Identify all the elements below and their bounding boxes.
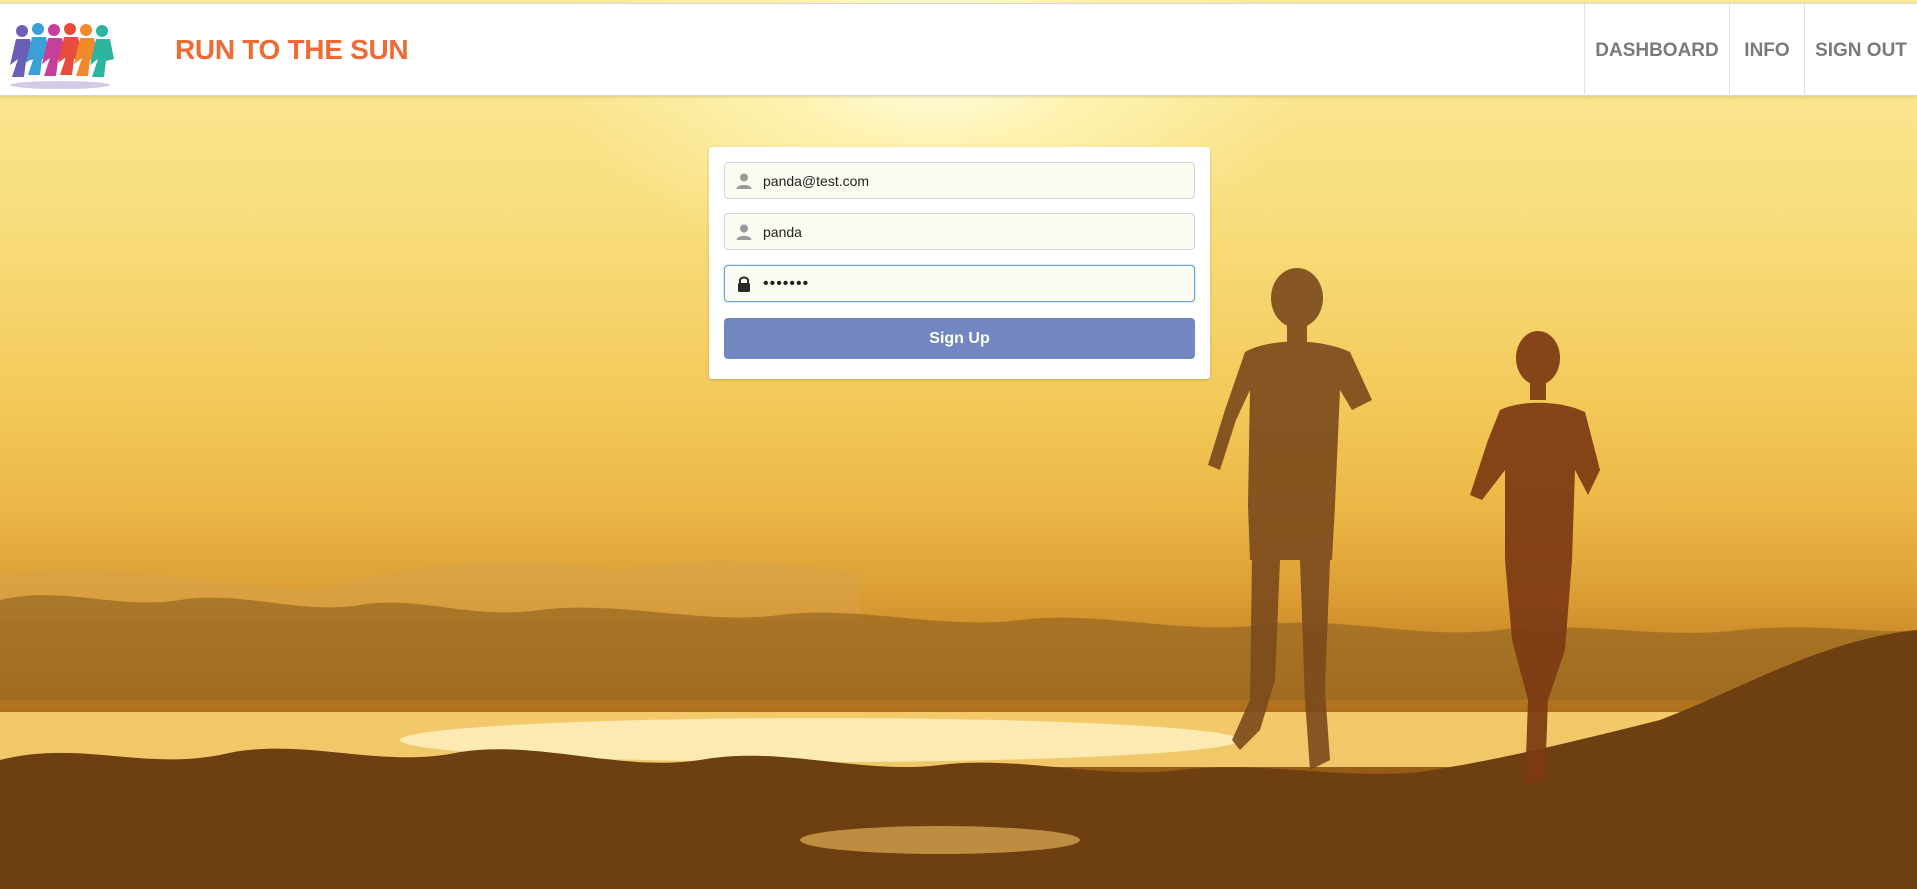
username-input[interactable]	[763, 214, 1188, 249]
lock-icon	[738, 276, 750, 292]
top-navbar: RUN TO THE SUN DASHBOARD INFO SIGN OUT	[0, 3, 1917, 97]
user-icon	[736, 173, 752, 189]
nav-menu: DASHBOARD INFO SIGN OUT	[1584, 4, 1917, 97]
brand-title[interactable]: RUN TO THE SUN	[175, 34, 409, 66]
user-icon	[736, 224, 752, 240]
email-input[interactable]	[763, 163, 1188, 198]
sign-up-button[interactable]: Sign Up	[724, 318, 1195, 359]
background-image	[0, 0, 1917, 889]
sunset-runners-scene	[0, 268, 1917, 889]
nav-dashboard-link[interactable]: DASHBOARD	[1584, 4, 1729, 97]
nav-sign-out-link[interactable]: SIGN OUT	[1804, 4, 1917, 97]
password-input[interactable]	[763, 266, 1188, 301]
signup-form-card: Sign Up	[709, 147, 1210, 379]
password-field[interactable]	[724, 265, 1195, 302]
runners-logo-icon	[10, 23, 114, 89]
nav-info-link[interactable]: INFO	[1729, 4, 1804, 97]
email-field[interactable]	[724, 162, 1195, 199]
username-field[interactable]	[724, 213, 1195, 250]
